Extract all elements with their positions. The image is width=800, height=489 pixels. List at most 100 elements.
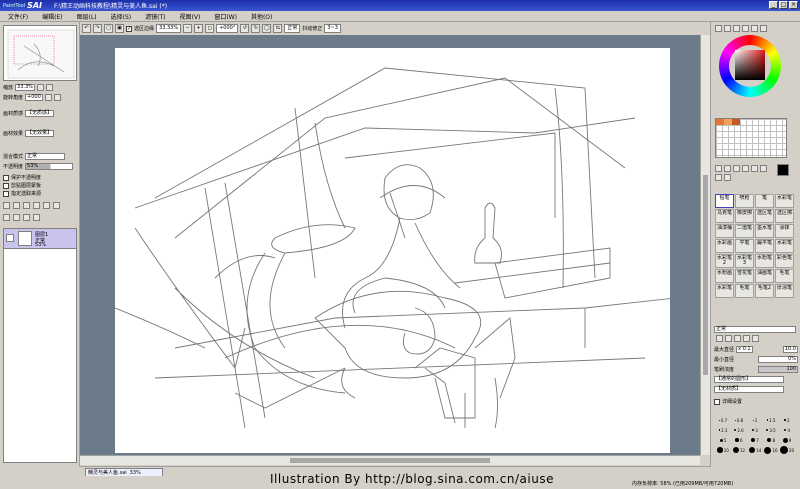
new-layer-button[interactable] (3, 202, 10, 209)
saturation-value-square[interactable] (735, 50, 765, 80)
brush-size-10[interactable]: 5 (715, 435, 731, 445)
rotate-tool-icon[interactable] (715, 174, 722, 181)
zoom-up-button[interactable] (45, 84, 53, 91)
menu-edit[interactable]: 编辑(E) (42, 12, 62, 21)
brush-size-13[interactable]: 8 (763, 435, 779, 445)
brush-tool-11[interactable]: 涂抹 (775, 224, 794, 238)
angle-down-button[interactable] (44, 94, 52, 101)
foreground-color[interactable] (777, 164, 789, 176)
menu-layer[interactable]: 图层(L) (77, 12, 97, 21)
detail-checkbox[interactable] (714, 398, 720, 405)
brush-size-15[interactable]: 10 (715, 445, 731, 455)
brush-tool-8[interactable]: 油漆桶 (715, 224, 734, 238)
brush-tool-25[interactable]: 毛笔 (735, 284, 754, 298)
layer-down-button[interactable] (13, 214, 20, 221)
brush-tool-23[interactable]: 毛笔 (775, 269, 794, 283)
brush-tool-14[interactable]: 扁平笔 (755, 239, 774, 253)
brush-size-1[interactable]: 0.8 (731, 415, 747, 425)
menu-select[interactable]: 选择(S) (111, 12, 132, 21)
shape-5-icon[interactable] (752, 335, 759, 342)
brush-tool-3[interactable]: 水彩笔 (775, 194, 794, 208)
layer-move-button[interactable] (23, 202, 30, 209)
swatch-mode-button[interactable] (751, 25, 758, 32)
hand-tool-icon[interactable] (724, 174, 731, 181)
rgb-mode-button[interactable] (724, 25, 731, 32)
paper-effect-select[interactable]: 【无效果】 (25, 130, 55, 137)
protect-opacity-checkbox[interactable] (3, 174, 9, 181)
brush-tool-7[interactable]: 选区擦 (775, 209, 794, 223)
brush-size-0[interactable]: 0.7 (715, 415, 731, 425)
brush-size-17[interactable]: 14 (747, 445, 763, 455)
redo-button[interactable]: ↷ (93, 24, 102, 33)
brush-tool-13[interactable]: 平笔 (735, 239, 754, 253)
brush-size-6[interactable]: 2.6 (731, 425, 747, 435)
brush-tool-27[interactable]: 厚涂笔 (775, 284, 794, 298)
brush-tool-17[interactable]: 水彩笔3 (735, 254, 754, 268)
brush-size-2[interactable]: 1 (747, 415, 763, 425)
brush-size-14[interactable]: 9 (779, 435, 795, 445)
brush-tool-10[interactable]: 墨水笔 (755, 224, 774, 238)
layer-item[interactable]: 图层1 正常 53% (4, 229, 76, 249)
zoom-down-button[interactable] (36, 84, 44, 91)
brush-tool-18[interactable]: 水粉笔 (755, 254, 774, 268)
min-size-value[interactable]: 0% (758, 356, 798, 363)
brush-size-8[interactable]: 3.5 (763, 425, 779, 435)
canvas-area[interactable] (80, 35, 700, 455)
trash-icon[interactable] (33, 214, 40, 221)
stabilizer-field[interactable]: 3~3 (324, 24, 341, 33)
horizontal-scroll-thumb[interactable] (290, 458, 490, 463)
brush-tool-1[interactable]: 喷枪 (735, 194, 754, 208)
brush-tool-6[interactable]: 选区笔 (755, 209, 774, 223)
horizontal-scrollbar[interactable] (80, 455, 700, 465)
mixer-mode-button[interactable] (742, 25, 749, 32)
brush-tool-12[interactable]: 水彩画 (715, 239, 734, 253)
magic-wand-icon[interactable] (733, 165, 740, 172)
layer-clear-button[interactable] (53, 202, 60, 209)
eye-icon[interactable] (6, 234, 14, 242)
brush-size-18[interactable]: 16 (763, 445, 779, 455)
shape-3-icon[interactable] (734, 335, 741, 342)
selection-source-checkbox[interactable] (3, 190, 9, 197)
hsv-mode-button[interactable] (733, 25, 740, 32)
brush-tool-16[interactable]: 水彩笔2 (715, 254, 734, 268)
layer-merge-button[interactable] (33, 202, 40, 209)
brush-size-16[interactable]: 12 (731, 445, 747, 455)
angle-field[interactable]: +000° (216, 24, 239, 33)
color-wheel-mode-button[interactable] (715, 25, 722, 32)
brush-tool-19[interactable]: 彩色笔 (775, 254, 794, 268)
menu-filter[interactable]: 滤镜(T) (145, 12, 165, 21)
layer-up-button[interactable] (3, 214, 10, 221)
brush-tool-21[interactable]: 雪花笔 (735, 269, 754, 283)
brush-tool-9[interactable]: 二值笔 (735, 224, 754, 238)
brush-shape-select[interactable]: 【通常的圆形】 (714, 376, 784, 383)
mode-field[interactable]: 正常 (284, 24, 301, 33)
brush-tool-0[interactable]: 铅笔 (715, 194, 734, 208)
brush-tool-2[interactable]: 笔 (755, 194, 774, 208)
brush-mode-select[interactable]: 正常 (714, 326, 796, 333)
shape-1-icon[interactable] (716, 335, 723, 342)
brush-size-4[interactable]: 2 (779, 415, 795, 425)
shape-2-icon[interactable] (725, 335, 732, 342)
brush-tool-4[interactable]: 马克笔 (715, 209, 734, 223)
brush-tool-24[interactable]: 水彩笔 (715, 284, 734, 298)
deselect-button[interactable]: ▢ (104, 24, 113, 33)
eyedropper-icon[interactable] (742, 165, 749, 172)
rotate-right-button[interactable]: ↻ (251, 24, 261, 33)
menu-window[interactable]: 窗口(W) (214, 12, 237, 21)
selection-edge-checkbox[interactable]: ✓ (126, 25, 132, 32)
opacity-slider[interactable]: 53% (25, 163, 74, 170)
brush-size-12[interactable]: 7 (747, 435, 763, 445)
zoom-value[interactable]: 33.3% (15, 84, 35, 91)
lasso-tool-icon[interactable] (724, 165, 731, 172)
paper-texture-select[interactable]: 【无质感】 (25, 110, 55, 117)
zoom-tool-icon[interactable] (760, 165, 767, 172)
rotate-left-button[interactable]: ↺ (240, 24, 250, 33)
move-tool-icon[interactable] (751, 165, 758, 172)
angle-value[interactable]: +000 (25, 94, 43, 101)
new-folder-button[interactable] (13, 202, 20, 209)
max-size-multiplier[interactable]: x 0.1 (736, 346, 753, 353)
brush-size-9[interactable]: 4 (779, 425, 795, 435)
brush-size-7[interactable]: 3 (747, 425, 763, 435)
undo-button[interactable]: ↶ (82, 24, 91, 33)
density-value[interactable]: 100 (758, 366, 798, 373)
